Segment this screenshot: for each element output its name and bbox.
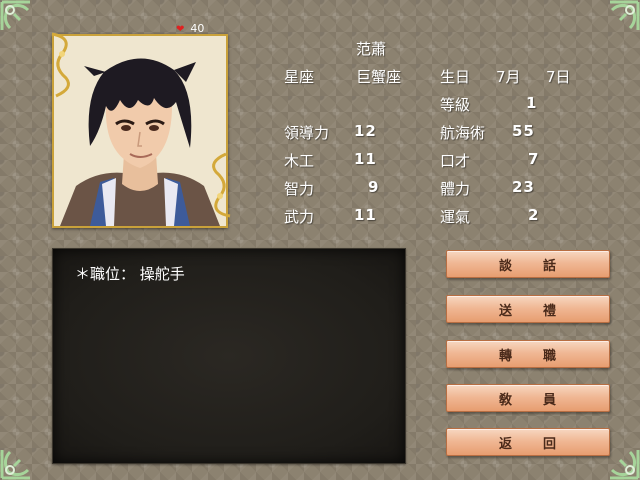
info-panel: ＊職位： 操舵手 <box>52 248 406 464</box>
leadership-value: 12 <box>354 122 377 140</box>
stamina-value: 23 <box>512 178 535 196</box>
level-value: 1 <box>526 94 538 112</box>
zodiac-value: 巨蟹座 <box>356 68 402 86</box>
gift-button[interactable]: 送禮 <box>446 295 610 323</box>
birthday-month: 7月 <box>496 68 521 86</box>
corner-ornament-icon <box>606 446 640 480</box>
navigation-label: 航海術 <box>440 124 486 142</box>
position-line: ＊職位： 操舵手 <box>75 265 185 283</box>
intellect-value: 9 <box>368 178 380 196</box>
carpentry-value: 11 <box>354 150 377 168</box>
zodiac-label: 星座 <box>284 68 315 86</box>
eloquence-value: 7 <box>528 150 540 168</box>
luck-label: 運氣 <box>440 208 471 226</box>
change-job-button[interactable]: 轉職 <box>446 340 610 368</box>
talk-button[interactable]: 談話 <box>446 250 610 278</box>
character-name: 范蕭 <box>356 40 387 58</box>
level-label: 等級 <box>440 96 471 114</box>
birthday-label: 生日 <box>440 68 471 86</box>
martial-value: 11 <box>354 206 377 224</box>
back-button[interactable]: 返回 <box>446 428 610 456</box>
navigation-value: 55 <box>512 122 535 140</box>
character-stats: 范蕭 星座 巨蟹座 生日 7月 7日 等級 1 領導力 12 航海術 55 木工… <box>0 0 640 240</box>
corner-ornament-icon <box>0 446 34 480</box>
luck-value: 2 <box>528 206 540 224</box>
eloquence-label: 口才 <box>440 152 471 170</box>
birthday-day: 7日 <box>546 68 571 86</box>
carpentry-label: 木工 <box>284 152 315 170</box>
leadership-label: 領導力 <box>284 124 330 142</box>
intellect-label: 智力 <box>284 180 315 198</box>
stamina-label: 體力 <box>440 180 471 198</box>
crew-button[interactable]: 敎員 <box>446 384 610 412</box>
martial-label: 武力 <box>284 208 315 226</box>
